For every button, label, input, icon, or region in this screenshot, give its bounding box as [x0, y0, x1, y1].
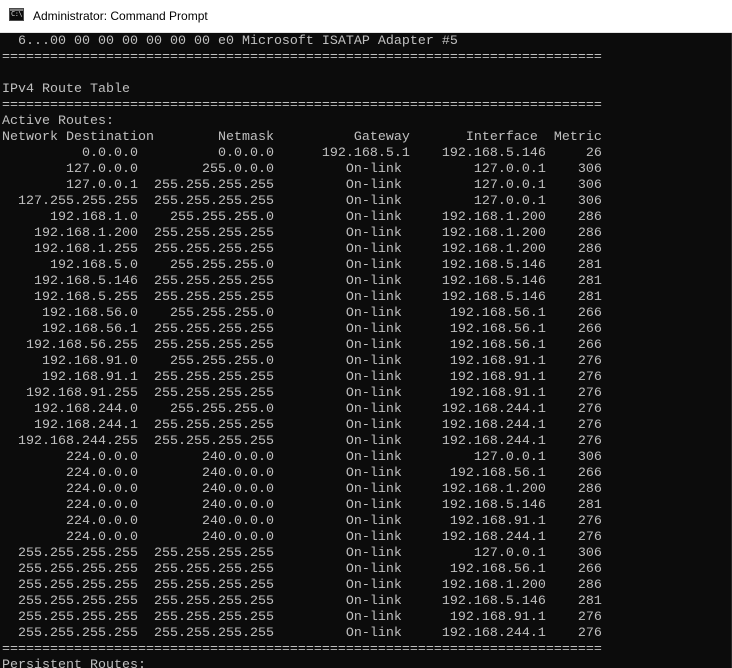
console-line: ========================================… [2, 98, 602, 113]
console-line: 255.255.255.255 255.255.255.255 On-link … [2, 578, 602, 593]
window-title: Administrator: Command Prompt [33, 9, 208, 23]
console-line: 192.168.56.255 255.255.255.255 On-link 1… [2, 338, 602, 353]
console-line: 224.0.0.0 240.0.0.0 On-link 192.168.244.… [2, 530, 602, 545]
console-line: 0.0.0.0 0.0.0.0 192.168.5.1 192.168.5.14… [2, 146, 602, 161]
console-line: 192.168.91.1 255.255.255.255 On-link 192… [2, 370, 602, 385]
console-line: 224.0.0.0 240.0.0.0 On-link 192.168.1.20… [2, 482, 602, 497]
console-line: 224.0.0.0 240.0.0.0 On-link 192.168.91.1… [2, 514, 602, 529]
console-line: 127.0.0.1 255.255.255.255 On-link 127.0.… [2, 178, 602, 193]
console-line: 224.0.0.0 240.0.0.0 On-link 127.0.0.1 30… [2, 450, 602, 465]
console-line: 6...00 00 00 00 00 00 00 e0 Microsoft IS… [2, 34, 458, 49]
console-line: Persistent Routes: [2, 658, 146, 668]
console-line: IPv4 Route Table [2, 82, 130, 97]
command-prompt-window: C:\ Administrator: Command Prompt 6...00… [0, 0, 732, 668]
title-bar[interactable]: C:\ Administrator: Command Prompt [0, 0, 732, 33]
console-line: 255.255.255.255 255.255.255.255 On-link … [2, 626, 602, 641]
command-prompt-icon[interactable]: C:\ [9, 8, 24, 21]
console-line: 192.168.56.0 255.255.255.0 On-link 192.1… [2, 306, 602, 321]
console-line: 192.168.5.255 255.255.255.255 On-link 19… [2, 290, 602, 305]
console-line: Active Routes: [2, 114, 114, 129]
console-line: 192.168.1.0 255.255.255.0 On-link 192.16… [2, 210, 602, 225]
console-line: 192.168.91.255 255.255.255.255 On-link 1… [2, 386, 602, 401]
console-line: 192.168.1.200 255.255.255.255 On-link 19… [2, 226, 602, 241]
console-line: 192.168.5.146 255.255.255.255 On-link 19… [2, 274, 602, 289]
console-line: 127.0.0.0 255.0.0.0 On-link 127.0.0.1 30… [2, 162, 602, 177]
console-line: 255.255.255.255 255.255.255.255 On-link … [2, 610, 602, 625]
console-line: ========================================… [2, 50, 602, 65]
console-line: 224.0.0.0 240.0.0.0 On-link 192.168.5.14… [2, 498, 602, 513]
console-line: 255.255.255.255 255.255.255.255 On-link … [2, 546, 602, 561]
console-line: 255.255.255.255 255.255.255.255 On-link … [2, 594, 602, 609]
console-output[interactable]: 6...00 00 00 00 00 00 00 e0 Microsoft IS… [0, 33, 732, 668]
console-line: 192.168.244.0 255.255.255.0 On-link 192.… [2, 402, 602, 417]
console-line: 224.0.0.0 240.0.0.0 On-link 192.168.56.1… [2, 466, 602, 481]
console-line: ========================================… [2, 642, 602, 657]
console-line: 255.255.255.255 255.255.255.255 On-link … [2, 562, 602, 577]
console-line: 192.168.1.255 255.255.255.255 On-link 19… [2, 242, 602, 257]
console-line: 192.168.244.1 255.255.255.255 On-link 19… [2, 418, 602, 433]
icon-prompt-glyph: C:\ [11, 10, 23, 18]
console-line: Network Destination Netmask Gateway Inte… [2, 130, 602, 145]
console-line: 192.168.244.255 255.255.255.255 On-link … [2, 434, 602, 449]
console-line: 127.255.255.255 255.255.255.255 On-link … [2, 194, 602, 209]
console-line: 192.168.5.0 255.255.255.0 On-link 192.16… [2, 258, 602, 273]
console-line: 192.168.56.1 255.255.255.255 On-link 192… [2, 322, 602, 337]
console-line: 192.168.91.0 255.255.255.0 On-link 192.1… [2, 354, 602, 369]
